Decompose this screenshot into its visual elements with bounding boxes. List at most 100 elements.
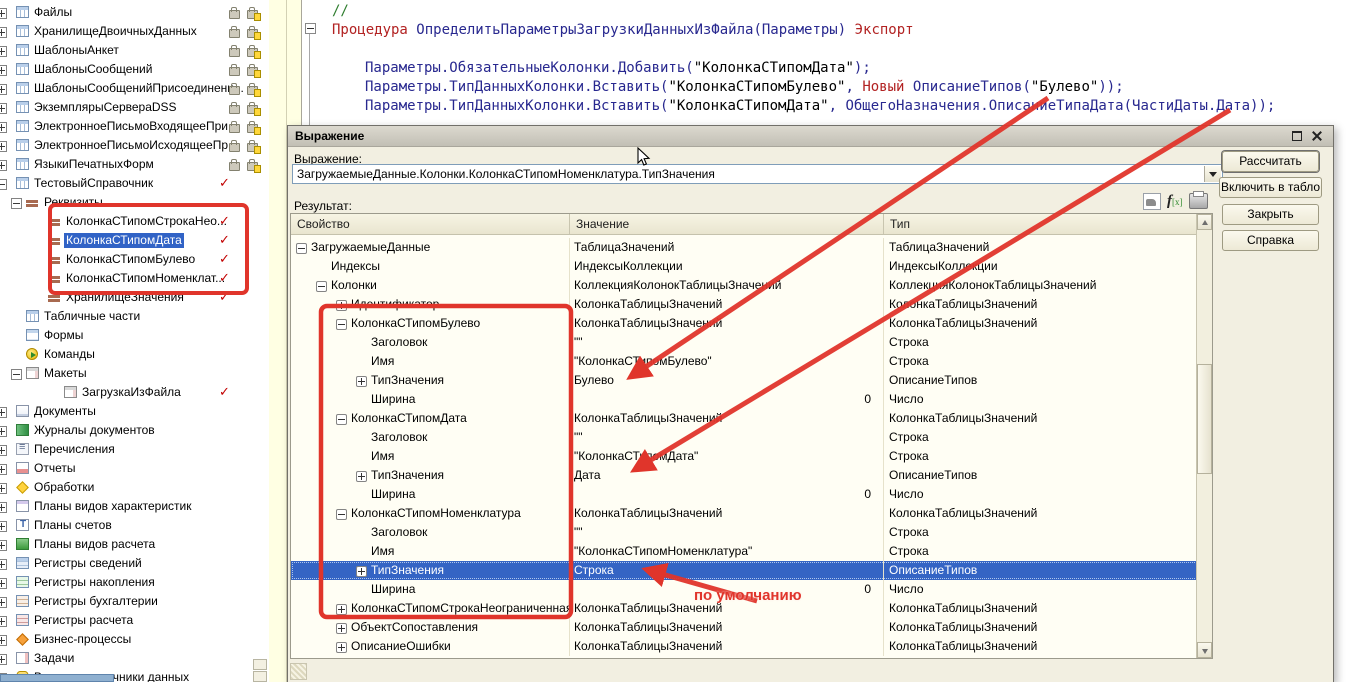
plus-expander-icon[interactable]: [0, 578, 7, 589]
plus-expander-icon[interactable]: [0, 141, 7, 152]
result-row[interactable]: ОписаниеОшибкиКолонкаТаблицыЗначенийКоло…: [291, 637, 1198, 656]
result-row[interactable]: ТипЗначенияСтрокаОписаниеТипов: [291, 561, 1198, 580]
tree-item[interactable]: Реквизиты: [0, 193, 268, 212]
minus-expander-icon[interactable]: [316, 281, 327, 292]
result-row[interactable]: Ширина0Число: [291, 580, 1198, 599]
tree-item[interactable]: ЗагрузкаИзФайла: [0, 383, 268, 402]
tree-item[interactable]: ШаблоныСообщений: [0, 60, 268, 79]
function-fx-icon[interactable]: [1167, 193, 1187, 209]
result-row[interactable]: Заголовок""Строка: [291, 428, 1198, 447]
print-icon[interactable]: [1189, 193, 1208, 209]
result-row[interactable]: ЗагружаемыеДанныеТаблицаЗначенийТаблицаЗ…: [291, 238, 1198, 257]
tree-item[interactable]: ХранилищеЗначения: [0, 288, 268, 307]
dialog-titlebar[interactable]: Выражение: [288, 126, 1333, 147]
plus-expander-icon[interactable]: [0, 65, 7, 76]
result-row[interactable]: КолонкиКоллекцияКолонокТаблицыЗначенийКо…: [291, 276, 1198, 295]
plus-expander-icon[interactable]: [0, 122, 7, 133]
plus-expander-icon[interactable]: [0, 445, 7, 456]
plus-expander-icon[interactable]: [0, 597, 7, 608]
plus-expander-icon[interactable]: [0, 407, 7, 418]
column-header-type[interactable]: Тип: [884, 214, 1198, 234]
code-lines[interactable]: //Процедура ОпределитьПараметрыЗагрузкиД…: [332, 2, 1275, 116]
tree-item[interactable]: Регистры сведений: [0, 554, 268, 573]
tree-item[interactable]: Бизнес-процессы: [0, 630, 268, 649]
tree-item[interactable]: ХранилищеДвоичныхДанных: [0, 22, 268, 41]
plus-expander-icon[interactable]: [356, 566, 367, 577]
tree-item[interactable]: Команды: [0, 345, 268, 364]
result-row[interactable]: ТипЗначенияБулевоОписаниеТипов: [291, 371, 1198, 390]
column-header-property[interactable]: Свойство: [291, 214, 570, 234]
result-row[interactable]: Заголовок""Строка: [291, 523, 1198, 542]
tree-item[interactable]: КолонкаСТипомСтрокаНео...: [0, 212, 268, 231]
tree-item[interactable]: Планы счетов: [0, 516, 268, 535]
tree-item[interactable]: Журналы документов: [0, 421, 268, 440]
result-row[interactable]: ИндексыИндексыКоллекцииИндексыКоллекции: [291, 257, 1198, 276]
result-row[interactable]: КолонкаСТипомСтрокаНеограниченнаяКолонка…: [291, 599, 1198, 618]
result-row[interactable]: Заголовок""Строка: [291, 333, 1198, 352]
tree-horizontal-scrollbar-thumb[interactable]: [0, 674, 114, 682]
column-header-value[interactable]: Значение: [570, 214, 884, 234]
calculate-button[interactable]: Рассчитать: [1222, 151, 1319, 172]
tree-item[interactable]: Регистры расчета: [0, 611, 268, 630]
scroll-up-icon[interactable]: [1197, 214, 1212, 230]
tree-item[interactable]: Планы видов расчета: [0, 535, 268, 554]
tree-item[interactable]: Перечисления: [0, 440, 268, 459]
tree-item[interactable]: ЭлектронноеПисьмоВходящееПри...: [0, 117, 268, 136]
plus-expander-icon[interactable]: [0, 103, 7, 114]
result-row[interactable]: КолонкаСТипомДатаКолонкаТаблицыЗначенийК…: [291, 409, 1198, 428]
code-line[interactable]: Параметры.ТипДанныхКолонки.Вставить("Кол…: [332, 78, 1275, 97]
minus-expander-icon[interactable]: [336, 414, 347, 425]
tree-item[interactable]: Файлы: [0, 3, 268, 22]
plus-expander-icon[interactable]: [336, 604, 347, 615]
tree-item[interactable]: ЭлектронноеПисьмоИсходящееПр...: [0, 136, 268, 155]
expression-input[interactable]: [293, 165, 1222, 183]
result-row[interactable]: КолонкаСТипомБулевоКолонкаТаблицыЗначени…: [291, 314, 1198, 333]
tree-scrollbar-button[interactable]: [253, 671, 267, 682]
plus-expander-icon[interactable]: [0, 426, 7, 437]
result-row[interactable]: ТипЗначенияДатаОписаниеТипов: [291, 466, 1198, 485]
tree-item[interactable]: ШаблоныСообщенийПрисоединенн...: [0, 79, 268, 98]
plus-expander-icon[interactable]: [0, 521, 7, 532]
close-button[interactable]: Закрыть: [1222, 204, 1319, 225]
tree-item[interactable]: Макеты: [0, 364, 268, 383]
code-line[interactable]: Параметры.ОбязательныеКолонки.Добавить("…: [332, 59, 1275, 78]
result-row[interactable]: ОбъектСопоставленияКолонкаТаблицыЗначени…: [291, 618, 1198, 637]
tree-item[interactable]: Регистры бухгалтерии: [0, 592, 268, 611]
tree-item[interactable]: КолонкаСТипомНоменклат...: [0, 269, 268, 288]
plus-expander-icon[interactable]: [0, 483, 7, 494]
tree-item[interactable]: Табличные части: [0, 307, 268, 326]
plus-expander-icon[interactable]: [0, 8, 7, 19]
plus-expander-icon[interactable]: [0, 27, 7, 38]
plus-expander-icon[interactable]: [336, 300, 347, 311]
plus-expander-icon[interactable]: [0, 635, 7, 646]
result-row[interactable]: Ширина0Число: [291, 390, 1198, 409]
tree-item[interactable]: ШаблоныАнкет: [0, 41, 268, 60]
tree-item[interactable]: Задачи: [0, 649, 268, 668]
code-line[interactable]: //: [332, 2, 1275, 21]
include-in-scoreboard-button[interactable]: Включить в табло: [1219, 177, 1322, 198]
minus-expander-icon[interactable]: [0, 179, 7, 190]
show-values-icon[interactable]: [1143, 193, 1161, 210]
result-row[interactable]: Имя"КолонкаСТипомНоменклатура"Строка: [291, 542, 1198, 561]
code-line[interactable]: Параметры.ТипДанныхКолонки.Вставить("Кол…: [332, 97, 1275, 116]
result-row[interactable]: Имя"КолонкаСТипомБулево"Строка: [291, 352, 1198, 371]
plus-expander-icon[interactable]: [0, 654, 7, 665]
scroll-down-icon[interactable]: [1197, 642, 1212, 658]
tree-item[interactable]: ТестовыйСправочник: [0, 174, 268, 193]
plus-expander-icon[interactable]: [336, 623, 347, 634]
tree-item[interactable]: Формы: [0, 326, 268, 345]
resize-grip[interactable]: [290, 663, 307, 680]
expression-combo[interactable]: [292, 164, 1223, 184]
plus-expander-icon[interactable]: [0, 464, 7, 475]
minus-expander-icon[interactable]: [11, 198, 22, 209]
plus-expander-icon[interactable]: [356, 376, 367, 387]
tree-item[interactable]: КолонкаСТипомДата: [0, 231, 268, 250]
tree-item[interactable]: ЯзыкиПечатныхФорм: [0, 155, 268, 174]
minus-expander-icon[interactable]: [11, 369, 22, 380]
result-table-scrollbar[interactable]: [1196, 214, 1212, 658]
tree-item[interactable]: ЭкземплярыСервераDSS: [0, 98, 268, 117]
tree-scrollbar-button[interactable]: [253, 659, 267, 670]
result-row[interactable]: КолонкаСТипомНоменклатураКолонкаТаблицыЗ…: [291, 504, 1198, 523]
tree-item[interactable]: Документы: [0, 402, 268, 421]
maximize-icon[interactable]: [1289, 129, 1305, 143]
